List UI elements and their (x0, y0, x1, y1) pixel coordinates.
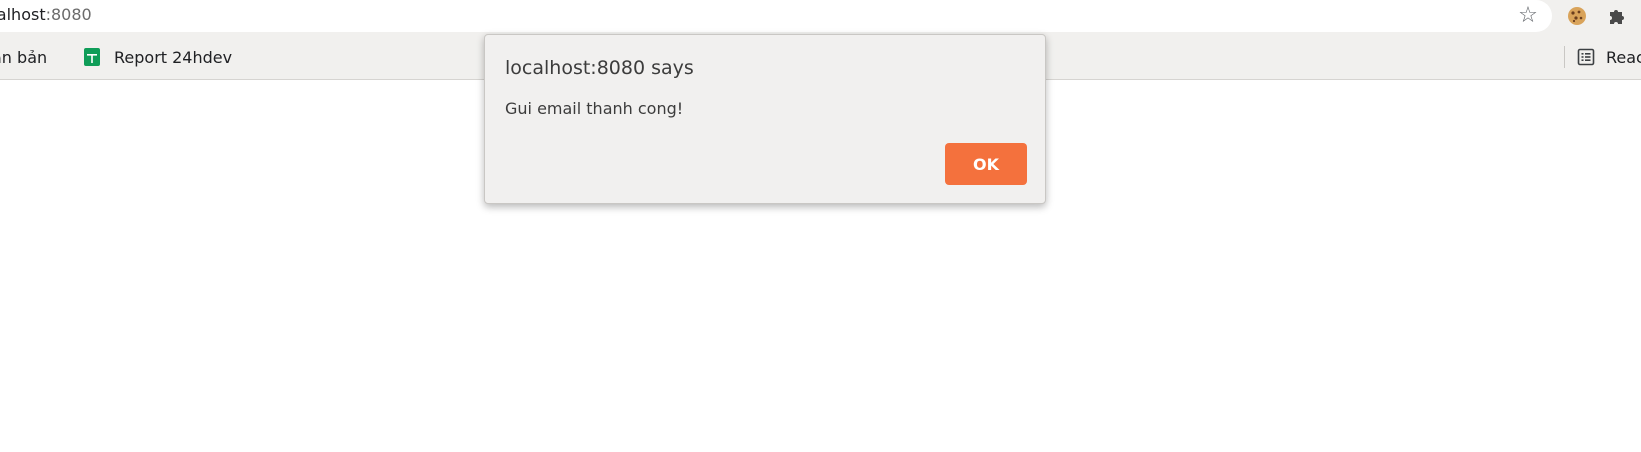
url-host: calhost (0, 5, 46, 24)
address-bar[interactable]: calhost:8080 ☆ (0, 0, 1552, 32)
bookmark-label: ăn bản (0, 47, 48, 67)
google-sheets-icon (84, 48, 100, 66)
url-text[interactable]: calhost:8080 (0, 5, 92, 24)
cookie-extension-icon[interactable] (1566, 5, 1588, 27)
url-port: :8080 (45, 5, 92, 24)
bookmarks-separator (1564, 46, 1565, 68)
bookmark-item[interactable]: ăn bản (0, 44, 47, 70)
bookmark-label: Report 24hdev (114, 47, 233, 67)
bookmark-report-24hdev[interactable]: Report 24hdev (82, 44, 232, 70)
alert-dialog: localhost:8080 says Gui email thanh cong… (484, 34, 1046, 204)
dialog-message: Gui email thanh cong! (505, 99, 684, 118)
ok-button[interactable]: OK (945, 143, 1027, 185)
reading-list-icon (1577, 48, 1595, 66)
reading-list-button[interactable]: Reac (1576, 44, 1641, 70)
star-icon[interactable]: ☆ (1516, 4, 1540, 28)
dialog-title: localhost:8080 says (505, 57, 694, 79)
reading-list-label: Reac (1606, 47, 1641, 67)
puzzle-extensions-icon[interactable] (1606, 5, 1628, 27)
